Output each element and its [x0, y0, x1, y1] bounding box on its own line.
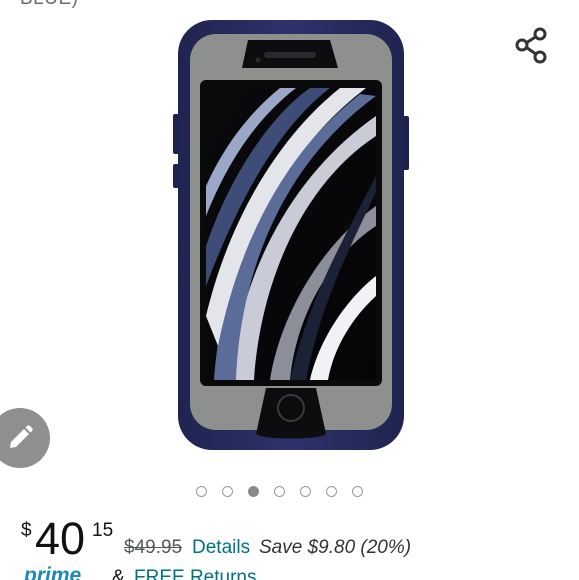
image-carousel-indicator [196, 486, 363, 497]
prime-logo: prime [24, 564, 82, 580]
phone-case-illustration [173, 20, 409, 450]
price-currency-symbol: $ [21, 520, 32, 541]
carousel-dot[interactable] [300, 486, 311, 497]
shipping-ampersand: & [112, 567, 125, 580]
edit-button[interactable] [0, 408, 50, 468]
carousel-dot[interactable] [274, 486, 285, 497]
list-price: $49.95 [124, 537, 183, 558]
carousel-dot[interactable] [326, 486, 337, 497]
product-image[interactable] [170, 16, 412, 454]
price-details-link[interactable]: Details [192, 537, 250, 559]
price-whole: 40 [35, 513, 86, 564]
carousel-dot[interactable] [222, 486, 233, 497]
savings-text: Save $9.80 (20%) [259, 537, 412, 558]
share-button[interactable] [512, 26, 552, 66]
carousel-dot-active[interactable] [248, 486, 259, 497]
product-page: BLUE) [0, 0, 579, 580]
price-fraction: 15 [92, 520, 114, 541]
carousel-dot[interactable] [196, 486, 207, 497]
share-icon [515, 27, 547, 64]
pencil-icon [10, 425, 33, 448]
product-title-fragment: BLUE) [20, 0, 78, 10]
carousel-dot[interactable] [352, 486, 363, 497]
free-returns-link[interactable]: FREE Returns [134, 567, 256, 580]
